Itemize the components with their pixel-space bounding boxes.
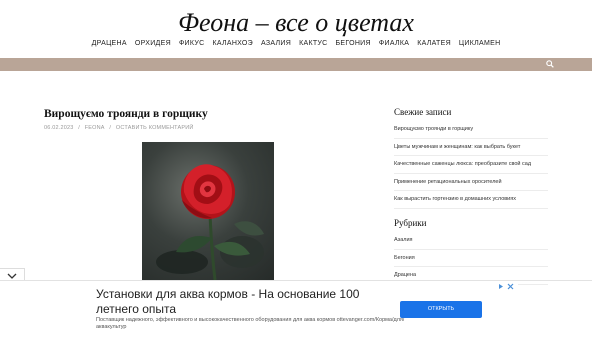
rose-illustration [156,164,264,280]
ad-choices-icons[interactable] [498,283,514,292]
nav-item-cyclamen[interactable]: ЦИКЛАМЕН [459,40,501,47]
recent-post-link[interactable]: Качественные саженцы люкса: преобразите … [394,156,548,174]
recent-post-link[interactable]: Применение ретациональных оросителей [394,174,548,191]
nav-item-kalanchoe[interactable]: КАЛАНХОЭ [212,40,253,47]
ad-headline[interactable]: Установки для аква кормов - На основание… [96,287,386,317]
main-nav: ДРАЦЕНА ОРХИДЕЯ ФИКУС КАЛАНХОЭ АЗАЛИЯ КА… [0,40,592,47]
meta-separator: / [109,125,112,131]
categories-list: Азалия Бегония Драцена [394,232,548,285]
ad-banner[interactable]: Установки для аква кормов - На основание… [74,281,518,337]
nav-item-orchid[interactable]: ОРХИДЕЯ [135,40,171,47]
meta-separator: / [78,125,80,131]
nav-item-ficus[interactable]: ФИКУС [179,40,205,47]
recent-posts-list: Вирощуємо троянди в горщику Цветы мужчин… [394,121,548,209]
category-link[interactable]: Бегония [394,250,548,267]
nav-item-begonia[interactable]: БЕГОНИЯ [336,40,371,47]
search-icon[interactable] [546,60,554,68]
recent-post-link[interactable]: Как вырастить гортензию в домашних услов… [394,191,548,209]
ad-info-close-icon [499,283,514,290]
post-meta: 06.02.2023 / FEONA / ОСТАВИТЬ КОММЕНТАРИ… [44,125,197,131]
categories-heading: Рубрики [394,218,427,228]
recent-post-link[interactable]: Вирощуємо троянди в горщику [394,121,548,139]
post-date[interactable]: 06.02.2023 [44,125,74,131]
ad-description: Поставщик надежного, эффективного и высо… [96,317,405,330]
post-title[interactable]: Вирощуємо троянди в горщику [44,108,208,120]
comment-link[interactable]: ОСТАВИТЬ КОММЕНТАРИЙ [116,125,194,131]
post-author[interactable]: FEONA [85,125,105,131]
recent-posts-heading: Свежие записи [394,107,452,117]
nav-item-cactus[interactable]: КАКТУС [299,40,327,47]
header-bar [0,58,592,71]
rose-image [142,142,274,280]
site-title[interactable]: Феона – все о цветах [0,8,592,38]
nav-item-dracena[interactable]: ДРАЦЕНА [92,40,127,47]
ad-open-button[interactable]: ОТКРЫТЬ [400,301,482,318]
nav-item-calathea[interactable]: КАЛАТЕЯ [417,40,451,47]
nav-item-violet[interactable]: ФИАЛКА [379,40,409,47]
category-link[interactable]: Азалия [394,232,548,250]
nav-item-azalea[interactable]: АЗАЛИЯ [261,40,291,47]
recent-post-link[interactable]: Цветы мужчинам и женщинам: как выбрать б… [394,139,548,156]
